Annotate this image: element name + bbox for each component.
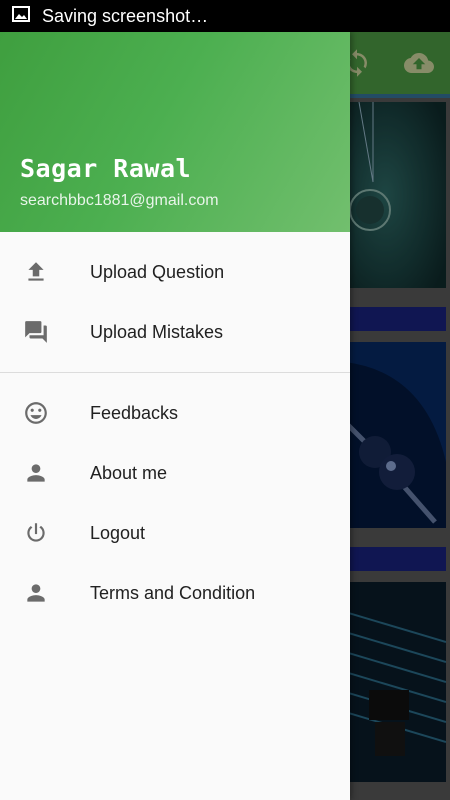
menu-item-label: Upload Question [90, 261, 225, 282]
forum-icon [22, 318, 50, 346]
menu-item-terms-and-condition[interactable]: Terms and Condition [0, 563, 350, 623]
menu-divider [0, 372, 350, 373]
menu-item-label: Feedbacks [90, 402, 179, 423]
menu-item-label: Logout [90, 522, 146, 543]
person-icon [22, 459, 50, 487]
user-email: searchbbc1881@gmail.com [20, 192, 219, 209]
drawer-menu: Upload Question Upload Mistakes Feedback… [0, 232, 350, 623]
menu-item-label: About me [90, 462, 168, 483]
menu-item-feedbacks[interactable]: Feedbacks [0, 383, 350, 443]
person-icon [22, 579, 50, 607]
power-icon [22, 519, 50, 547]
status-bar: Saving screenshot… [0, 0, 450, 32]
navigation-drawer: Sagar Rawal searchbbc1881@gmail.com Uplo… [0, 32, 350, 800]
smiley-icon [22, 399, 50, 427]
drawer-header: Sagar Rawal searchbbc1881@gmail.com [0, 32, 350, 232]
menu-item-label: Upload Mistakes [90, 321, 224, 342]
menu-item-label: Terms and Condition [90, 582, 256, 603]
notification-text: Saving screenshot… [42, 5, 209, 26]
user-name: Sagar Rawal [20, 154, 192, 183]
menu-item-logout[interactable]: Logout [0, 503, 350, 563]
menu-item-about-me[interactable]: About me [0, 443, 350, 503]
upload-icon [22, 258, 50, 286]
image-icon [12, 5, 30, 27]
menu-item-upload-mistakes[interactable]: Upload Mistakes [0, 302, 350, 362]
menu-item-upload-question[interactable]: Upload Question [0, 242, 350, 302]
